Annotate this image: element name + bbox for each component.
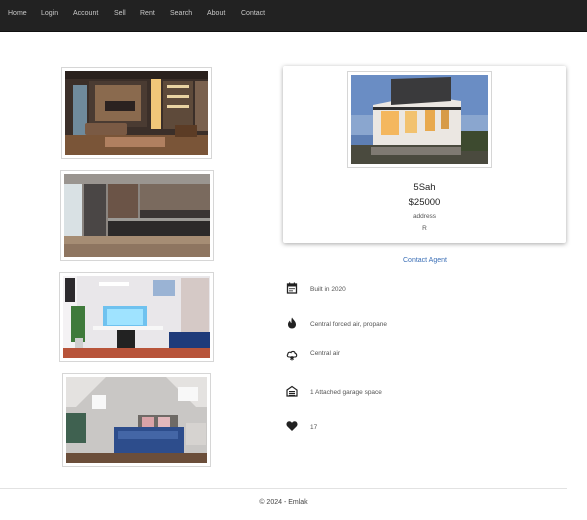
gallery-image-living-room[interactable] [61, 67, 212, 159]
listing-card: 5Sah $25000 address R [283, 66, 566, 243]
footer-divider [0, 488, 567, 489]
heart-icon[interactable] [286, 420, 298, 432]
nav-about[interactable]: About [207, 10, 225, 17]
garage-icon [286, 385, 298, 397]
nav-contact[interactable]: Contact [241, 10, 265, 17]
gallery-image-kitchen[interactable] [60, 170, 214, 261]
calendar-icon [286, 282, 298, 294]
contact-agent-link[interactable]: Contact Agent [403, 257, 447, 264]
nav-login[interactable]: Login [41, 10, 58, 17]
listing-address: address [412, 213, 437, 220]
listing-price: $25000 [408, 197, 441, 208]
footer-copyright: © 2024 - Emlak [259, 499, 308, 506]
listing-type: R [422, 225, 427, 232]
nav-home[interactable]: Home [8, 10, 27, 17]
feature-built-year: Built in 2020 [310, 286, 346, 293]
gallery-image-bedroom[interactable] [62, 373, 211, 467]
favorite-count: 17 [310, 424, 318, 431]
top-navbar: Home Login Account Sell Rent Search Abou… [0, 0, 587, 32]
snowflake-cloud-icon [286, 349, 298, 361]
gallery-image-office[interactable] [59, 272, 214, 362]
listing-name: 5Sah [413, 182, 436, 193]
flame-icon [286, 317, 298, 329]
listing-main-photo[interactable] [347, 71, 492, 168]
feature-garage: 1 Attached garage space [310, 389, 382, 396]
feature-cooling: Central air [310, 350, 340, 357]
nav-rent[interactable]: Rent [140, 10, 155, 17]
nav-search[interactable]: Search [170, 10, 192, 17]
feature-heating: Central forced air, propane [310, 321, 387, 328]
nav-sell[interactable]: Sell [114, 10, 126, 17]
nav-account[interactable]: Account [73, 10, 98, 17]
